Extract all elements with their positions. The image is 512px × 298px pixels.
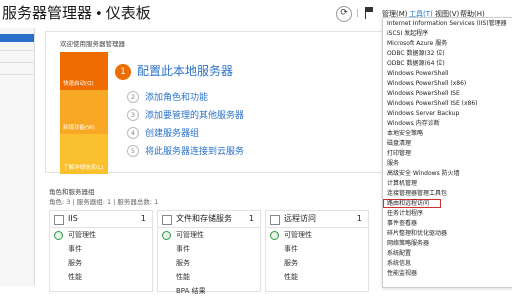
- role-card-header[interactable]: 文件和存储服务 1: [158, 211, 260, 228]
- role-card-header[interactable]: 远程访问 1: [266, 211, 368, 228]
- sidebar-divider: [0, 50, 34, 51]
- status-ok-icon: [270, 231, 279, 240]
- menu-item-iscsi-initiator[interactable]: iSCSI 发起程序: [387, 30, 428, 38]
- menu-item-firewall[interactable]: 高级安全 Windows 防火墙: [387, 170, 460, 178]
- role-row-manageability[interactable]: 可管理性: [176, 228, 260, 242]
- role-row-performance[interactable]: 性能: [68, 270, 152, 284]
- roles-summary: 角色: 3 | 服务器组: 1 | 服务器总数: 1: [49, 198, 159, 206]
- role-name: 文件和存储服务: [176, 214, 232, 223]
- role-row-performance[interactable]: 性能: [284, 270, 368, 284]
- menu-item-routing-remote-access[interactable]: 路由和远程访问: [387, 200, 429, 208]
- step-label: 添加角色和功能: [145, 93, 209, 103]
- step-number: 2: [127, 91, 139, 103]
- menu-item-local-security-policy[interactable]: 本地安全策略: [387, 130, 423, 138]
- menu-item-powershell-ise-x86[interactable]: Windows PowerShell ISE (x86): [387, 100, 478, 108]
- role-row-events[interactable]: 事件: [284, 242, 368, 256]
- server-icon: [162, 215, 172, 225]
- menu-item-task-scheduler[interactable]: 任务计划程序: [387, 210, 423, 218]
- menu-item-server-backup[interactable]: Windows Server Backup: [387, 110, 459, 118]
- role-row-services[interactable]: 服务: [176, 256, 260, 270]
- menu-item-event-viewer[interactable]: 事件查看器: [387, 220, 417, 228]
- title-separator: •: [95, 7, 103, 22]
- menu-item-powershell-x86[interactable]: Windows PowerShell (x86): [387, 80, 466, 88]
- role-row-events[interactable]: 事件: [176, 242, 260, 256]
- step-label: 配置此本地服务器: [137, 64, 234, 78]
- menu-item-odbc-64[interactable]: ODBC 数据源(64 位): [387, 60, 445, 68]
- step-number: 1: [115, 64, 131, 80]
- step-label: 将此服务器连接到云服务: [145, 147, 245, 157]
- menu-item-print-management[interactable]: 打印管理: [387, 150, 411, 158]
- learn-more-tile[interactable]: 了解详细信息(L): [60, 134, 108, 174]
- sidebar: [0, 28, 35, 286]
- role-row-services[interactable]: 服务: [284, 256, 368, 270]
- menu-item-system-configuration[interactable]: 系统配置: [387, 250, 411, 258]
- role-card-header[interactable]: IIS 1: [50, 211, 152, 228]
- step-label: 创建服务器组: [145, 129, 200, 139]
- role-card-file-storage[interactable]: 文件和存储服务 1 可管理性 事件 服务 性能 BPA 结果: [157, 210, 261, 295]
- role-count: 1: [140, 214, 146, 223]
- step-connect-cloud[interactable]: 5 将此服务器连接到云服务: [127, 144, 244, 157]
- role-count: 1: [248, 214, 254, 223]
- step-add-servers[interactable]: 3 添加要管理的其他服务器: [127, 108, 244, 121]
- menu-item-odbc-32[interactable]: ODBC 数据源(32 位): [387, 50, 445, 58]
- role-row-bpa-results[interactable]: BPA 结果: [176, 284, 260, 298]
- menu-item-disk-cleanup[interactable]: 磁盘清理: [387, 140, 411, 148]
- menu-item-powershell[interactable]: Windows PowerShell: [387, 70, 448, 78]
- menu-item-powershell-ise[interactable]: Windows PowerShell ISE: [387, 90, 460, 98]
- welcome-title: 欢迎使用服务器管理器: [60, 40, 125, 48]
- role-name: 远程访问: [284, 214, 316, 223]
- step-configure-local-server[interactable]: 1 配置此本地服务器: [115, 62, 233, 80]
- role-card-iis[interactable]: IIS 1 可管理性 事件 服务 性能: [49, 210, 153, 292]
- tools-dropdown-menu: Internet Information Services (IIS)管理器 i…: [382, 17, 512, 288]
- status-ok-icon: [162, 231, 171, 240]
- refresh-icon[interactable]: ⟳: [336, 6, 352, 22]
- notification-flag-icon[interactable]: [364, 6, 374, 20]
- menu-item-cmak[interactable]: 连接管理器管理工具包: [387, 190, 447, 198]
- tile-label: 新增功能(W): [63, 125, 95, 131]
- step-add-roles[interactable]: 2 添加角色和功能: [127, 90, 208, 103]
- menu-item-memory-diagnostic[interactable]: Windows 内存诊断: [387, 120, 440, 128]
- sidebar-item-dashboard[interactable]: [0, 34, 34, 42]
- role-row-manageability[interactable]: 可管理性: [68, 228, 152, 242]
- sidebar-divider: [0, 74, 34, 75]
- roles-section-title: 角色和服务器组: [49, 188, 95, 196]
- page-subtitle: 仪表板: [105, 4, 151, 22]
- step-number: 5: [127, 145, 139, 157]
- quick-start-tile[interactable]: 快速启动(Q): [60, 52, 108, 90]
- whats-new-tile[interactable]: 新增功能(W): [60, 90, 108, 134]
- menu-item-system-information[interactable]: 系统信息: [387, 260, 411, 268]
- menu-item-computer-management[interactable]: 计算机管理: [387, 180, 417, 188]
- status-ok-icon: [54, 231, 63, 240]
- menu-item-iis-manager[interactable]: Internet Information Services (IIS)管理器: [387, 20, 507, 28]
- role-name: IIS: [68, 214, 78, 223]
- step-number: 4: [127, 127, 139, 139]
- role-row-services[interactable]: 服务: [68, 256, 152, 270]
- step-label: 添加要管理的其他服务器: [145, 111, 245, 121]
- sidebar-divider: [0, 62, 34, 63]
- menu-item-services[interactable]: 服务: [387, 160, 399, 168]
- page-title: 服务器管理器 • 仪表板: [2, 1, 151, 27]
- server-icon: [270, 215, 280, 225]
- role-row-manageability[interactable]: 可管理性: [284, 228, 368, 242]
- role-row-performance[interactable]: 性能: [176, 270, 260, 284]
- step-number: 3: [127, 109, 139, 121]
- role-row-events[interactable]: 事件: [68, 242, 152, 256]
- step-create-group[interactable]: 4 创建服务器组: [127, 126, 199, 139]
- app-title: 服务器管理器: [2, 4, 93, 22]
- tile-label: 快速启动(Q): [63, 81, 94, 87]
- role-card-remote-access[interactable]: 远程访问 1 可管理性 事件 服务 性能: [265, 210, 369, 292]
- role-count: 1: [356, 214, 362, 223]
- menu-item-azure-services[interactable]: Microsoft Azure 服务: [387, 40, 447, 48]
- menu-item-performance-monitor[interactable]: 性能监视器: [387, 270, 417, 278]
- toolbar-separator: |: [356, 8, 359, 17]
- tile-label: 了解详细信息(L): [63, 165, 104, 171]
- menu-item-defragment[interactable]: 碎片整理和优化驱动器: [387, 230, 447, 238]
- menu-item-network-policy-server[interactable]: 网络策略服务器: [387, 240, 429, 248]
- server-icon: [54, 215, 64, 225]
